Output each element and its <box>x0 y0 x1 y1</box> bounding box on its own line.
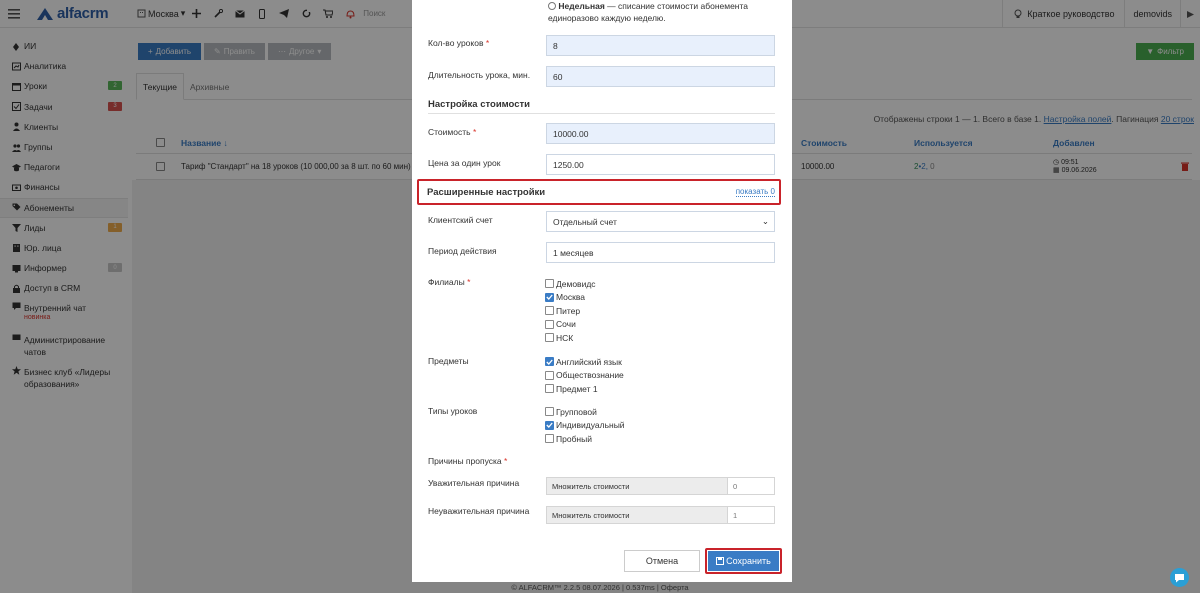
lesson_types-option[interactable]: Пробный <box>545 432 625 446</box>
floppy-icon <box>716 557 725 565</box>
checkbox[interactable] <box>545 420 554 430</box>
invalid-reason-label: Неуважительная причина <box>428 506 530 516</box>
weekly-desc: — списание стоимости абонемента <box>604 1 749 11</box>
branches-option[interactable]: НСК <box>545 331 596 345</box>
checkbox[interactable] <box>545 319 554 329</box>
checkbox[interactable] <box>545 333 554 343</box>
subjects-option[interactable]: Английский язык <box>545 355 624 369</box>
checkbox[interactable] <box>545 384 554 394</box>
subjects-checklist: Английский язык Обществознание Предмет 1 <box>545 355 624 396</box>
save-button-highlight: Сохранить <box>705 548 782 574</box>
subjects-option[interactable]: Обществознание <box>545 369 624 383</box>
lesson_types-option[interactable]: Индивидуальный <box>545 419 625 433</box>
advanced-settings-toggle[interactable]: показать 0 <box>735 187 775 197</box>
option-label: Сочи <box>556 319 576 330</box>
weekly-title: Недельная <box>558 1 605 11</box>
checkbox[interactable] <box>545 434 554 444</box>
weekly-radio[interactable] <box>548 2 556 10</box>
branches-checklist: Демовидс Москва Питер Сочи НСК <box>545 277 596 345</box>
option-label: Обществознание <box>556 370 624 381</box>
duration-input[interactable]: 60 <box>546 66 775 87</box>
chat-bubble-icon[interactable] <box>1170 568 1189 587</box>
save-button[interactable]: Сохранить <box>708 551 779 571</box>
advanced-link-label: показать <box>735 187 769 196</box>
option-label: НСК <box>556 332 574 343</box>
advanced-settings-section: Расширенные настройки показать 0 <box>417 179 781 205</box>
checkbox[interactable] <box>545 306 554 316</box>
multiplier-label: Множитель стоимости <box>547 507 728 523</box>
option-label: Индивидуальный <box>556 420 625 431</box>
absence-label: Причины пропуска * <box>428 456 508 466</box>
chevron-down-icon: ⌄ <box>761 216 769 226</box>
cancel-button[interactable]: Отмена <box>624 550 700 572</box>
subscription-modal: Недельная — списание стоимости абонемент… <box>412 0 792 582</box>
checkbox[interactable] <box>545 370 554 380</box>
duration-label: Длительность урока, мин. <box>428 70 531 80</box>
cost-label: Стоимость * <box>428 127 477 137</box>
option-label: Москва <box>556 292 586 303</box>
option-label: Английский язык <box>556 356 622 367</box>
per-lesson-input[interactable]: 1250.00 <box>546 154 775 175</box>
branches-option[interactable]: Питер <box>545 304 596 318</box>
weekly-option[interactable]: Недельная — списание стоимости абонемент… <box>548 0 748 24</box>
save-label: Сохранить <box>726 556 771 566</box>
lesson_types-option[interactable]: Групповой <box>545 405 625 419</box>
weekly-desc-2: единоразово каждую неделю. <box>548 13 666 23</box>
advanced-count: 0 <box>770 187 775 196</box>
per-lesson-label: Цена за один урок <box>428 158 501 168</box>
checkbox[interactable] <box>545 407 554 417</box>
subjects-option[interactable]: Предмет 1 <box>545 382 624 396</box>
client-account-select[interactable]: Отдельный счет ⌄ <box>546 211 775 232</box>
option-label: Пробный <box>556 433 592 444</box>
lesson-types-checklist: Групповой Индивидуальный Пробный <box>545 405 625 446</box>
client-account-label: Клиентский счет <box>428 215 493 225</box>
branches-label: Филиалы * <box>428 277 471 287</box>
invalid-multiplier-input[interactable]: 1 <box>728 507 774 523</box>
checkbox[interactable] <box>545 357 554 367</box>
invalid-multiplier-field: Множитель стоимости 1 <box>546 506 775 524</box>
option-label: Предмет 1 <box>556 383 598 394</box>
valid-reason-label: Уважительная причина <box>428 478 520 488</box>
branches-option[interactable]: Сочи <box>545 318 596 332</box>
valid-multiplier-input[interactable]: 0 <box>728 478 774 494</box>
checkbox[interactable] <box>545 279 554 289</box>
lesson-types-label: Типы уроков <box>428 406 478 416</box>
multiplier-label: Множитель стоимости <box>547 478 728 494</box>
period-label: Период действия <box>428 246 497 256</box>
checkbox[interactable] <box>545 292 554 302</box>
period-input[interactable]: 1 месяцев <box>546 242 775 263</box>
price-section-title: Настройка стоимости <box>428 99 775 114</box>
branches-option[interactable]: Демовидс <box>545 277 596 291</box>
subjects-label: Предметы <box>428 356 469 366</box>
option-label: Демовидс <box>556 278 596 289</box>
cost-input[interactable]: 10000.00 <box>546 123 775 144</box>
lessons-count-label: Кол-во уроков * <box>428 38 490 48</box>
advanced-settings-title: Расширенные настройки <box>427 187 546 198</box>
valid-multiplier-field: Множитель стоимости 0 <box>546 477 775 495</box>
option-label: Групповой <box>556 406 597 417</box>
option-label: Питер <box>556 305 581 316</box>
branches-option[interactable]: Москва <box>545 291 596 305</box>
lessons-count-input[interactable]: 8 <box>546 35 775 56</box>
client-account-value: Отдельный счет <box>553 216 617 227</box>
